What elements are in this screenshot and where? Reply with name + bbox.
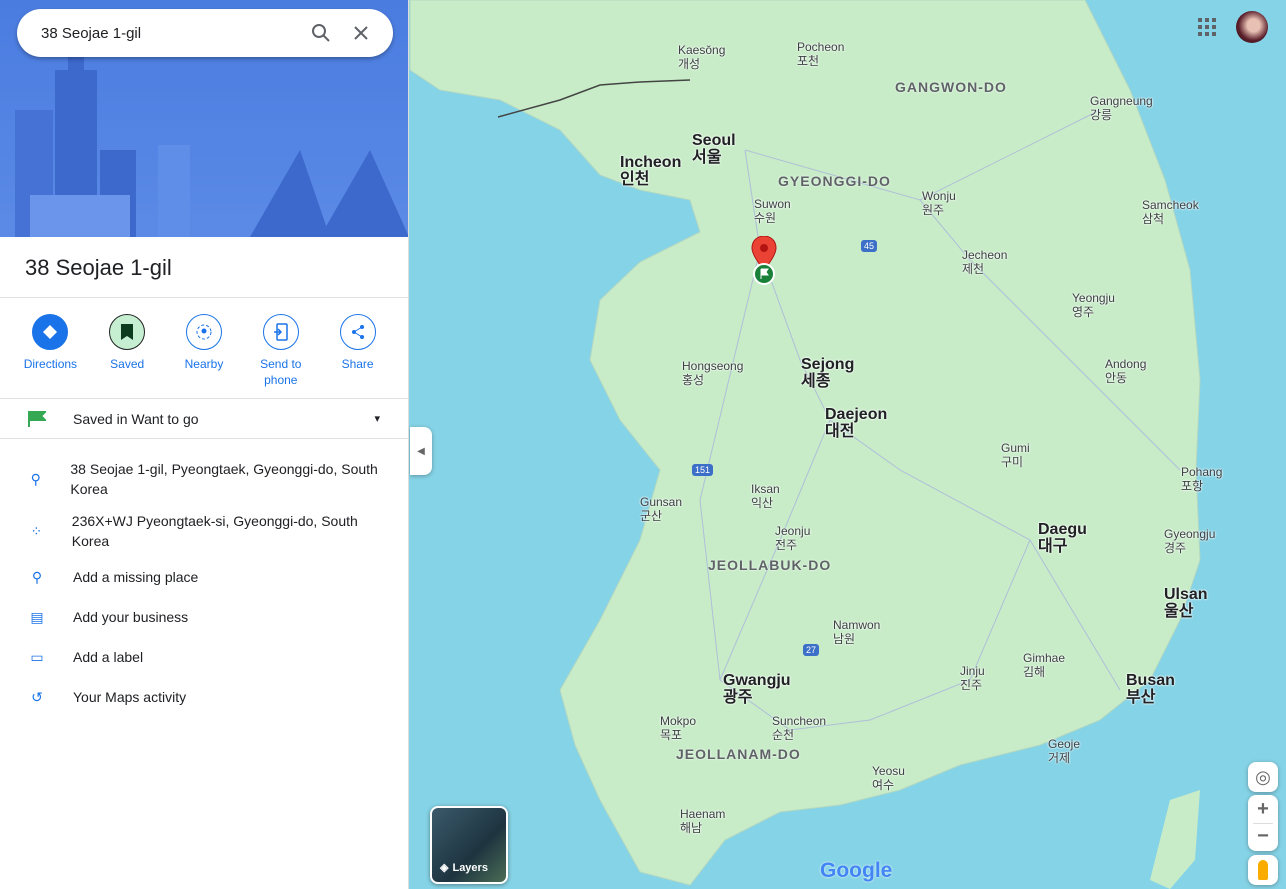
city-label[interactable]: Incheon 인천: [620, 154, 681, 188]
city-label[interactable]: Iksan 익산: [751, 482, 780, 510]
add-business-icon: ▤: [30, 609, 44, 625]
city-label[interactable]: Geoje 거제: [1048, 737, 1080, 765]
city-label[interactable]: Yeongju 영주: [1072, 291, 1115, 319]
city-label[interactable]: Gyeongju 경주: [1164, 527, 1215, 555]
city-label[interactable]: Gumi 구미: [1001, 441, 1030, 469]
location-pin-icon[interactable]: [751, 235, 777, 291]
avatar[interactable]: [1236, 11, 1268, 43]
city-label[interactable]: Andong 안동: [1105, 357, 1146, 385]
close-icon[interactable]: [341, 13, 381, 53]
city-label[interactable]: Namwon 남원: [833, 618, 880, 646]
send-to-phone-button[interactable]: Send to phone: [247, 314, 315, 388]
apps-grid-icon[interactable]: [1198, 18, 1216, 36]
row-label: Add a label: [73, 649, 144, 665]
action-label: Send to phone: [260, 357, 302, 387]
highway-shield: 27: [803, 644, 820, 656]
city-label[interactable]: Ulsan 울산: [1164, 586, 1208, 620]
city-label[interactable]: Jinju 진주: [960, 664, 985, 692]
address-row[interactable]: ⚲ 38 Seojae 1-gil, Pyeongtaek, Gyeonggi-d…: [0, 453, 408, 505]
add-label-row[interactable]: ▭ Add a label: [0, 637, 408, 677]
row-label: Add a missing place: [73, 569, 199, 585]
action-label: Saved: [110, 357, 145, 371]
row-label: Your Maps activity: [73, 689, 187, 705]
city-label[interactable]: Gangneung 강릉: [1090, 94, 1153, 122]
chevron-down-icon[interactable]: ▾: [374, 412, 380, 425]
share-button[interactable]: Share: [324, 314, 392, 388]
city-label[interactable]: Seoul 서울: [692, 132, 736, 166]
city-label[interactable]: Daegu 대구: [1038, 521, 1087, 555]
add-business-row[interactable]: ▤ Add your business: [0, 597, 408, 637]
share-icon: [339, 314, 376, 350]
search-box[interactable]: 38 Seojae 1-gil: [17, 9, 393, 57]
city-label[interactable]: Pohang 포항: [1181, 465, 1222, 493]
layers-label: Layers: [452, 862, 488, 874]
zoom-in-button[interactable]: +: [1257, 796, 1269, 823]
nearby-icon: [185, 314, 222, 350]
saved-list-label: Saved in Want to go: [73, 410, 199, 427]
row-label: Add your business: [73, 609, 189, 625]
city-label[interactable]: Gunsan 군산: [640, 495, 682, 523]
location-pin-icon: ⚲: [30, 471, 41, 487]
highway-shield: 45: [861, 240, 878, 252]
action-label: Share: [341, 357, 374, 371]
city-label[interactable]: Samcheok 삼척: [1142, 198, 1199, 226]
send-to-phone-icon: [262, 314, 299, 350]
maps-activity-row[interactable]: ↺ Your Maps activity: [0, 677, 408, 717]
city-label[interactable]: Yeosu 여수: [872, 764, 905, 792]
bookmark-icon: [109, 314, 146, 350]
city-label[interactable]: Jecheon 제천: [962, 248, 1007, 276]
pegman-icon: [1258, 860, 1268, 880]
google-logo: Google: [820, 859, 893, 882]
city-label[interactable]: Jeonju 전주: [775, 524, 810, 552]
page-title: 38 Seojae 1-gil: [0, 237, 408, 298]
address-text: 38 Seojae 1-gil, Pyeongtaek, Gyeonggi-do…: [70, 461, 378, 497]
collapse-panel-button[interactable]: ◀: [410, 427, 432, 475]
saved-list-row[interactable]: Saved in Want to go ▾: [0, 399, 408, 439]
city-label[interactable]: Daejeon 대전: [825, 406, 887, 440]
city-label[interactable]: Suncheon 순천: [772, 714, 826, 742]
city-label[interactable]: Haenam 해남: [680, 807, 725, 835]
label-icon: ▭: [30, 649, 44, 665]
action-label: Nearby: [184, 357, 224, 371]
zoom-controls: + −: [1248, 795, 1278, 851]
city-label[interactable]: Pocheon 포천: [797, 40, 844, 68]
plus-code-icon: ⁘: [30, 523, 43, 539]
street-view-pegman-button[interactable]: [1248, 855, 1278, 885]
highway-shield: 151: [692, 464, 714, 476]
region-label: GYEONGGI-DO: [778, 173, 891, 189]
city-label[interactable]: Mokpo 목포: [660, 714, 696, 742]
city-label[interactable]: Gwangju 광주: [723, 672, 791, 706]
search-icon[interactable]: [301, 13, 341, 53]
nearby-button[interactable]: Nearby: [170, 314, 238, 388]
city-label[interactable]: Suwon 수원: [754, 197, 791, 225]
city-label[interactable]: Kaesŏng 개성: [678, 43, 725, 71]
region-label: GANGWON-DO: [895, 79, 1007, 95]
directions-icon: [32, 314, 69, 350]
layers-button[interactable]: ◈ Layers: [430, 806, 508, 884]
saved-button[interactable]: Saved: [93, 314, 161, 388]
my-location-button[interactable]: ◎: [1248, 762, 1278, 792]
crosshair-icon: ◎: [1255, 766, 1271, 787]
add-missing-place-row[interactable]: ⚲ Add a missing place: [0, 557, 408, 597]
city-label[interactable]: Hongseong 홍성: [682, 359, 743, 387]
zoom-out-button[interactable]: −: [1257, 824, 1269, 851]
directions-button[interactable]: Directions: [16, 314, 84, 388]
plus-code-row[interactable]: ⁘ 236X+WJ Pyeongtaek-si, Gyeonggi-do, Sou…: [0, 505, 408, 557]
add-place-icon: ⚲: [31, 569, 43, 585]
search-input[interactable]: 38 Seojae 1-gil: [41, 25, 301, 42]
chevron-left-icon: ◀: [417, 445, 425, 457]
green-flag-icon: [28, 410, 46, 427]
plus-code-text: 236X+WJ Pyeongtaek-si, Gyeonggi-do, Sout…: [71, 513, 358, 549]
city-label[interactable]: Wonju 원주: [922, 189, 956, 217]
action-label: Directions: [23, 357, 78, 371]
region-label: JEOLLABUK-DO: [708, 557, 832, 573]
history-icon: ↺: [31, 689, 43, 705]
city-label[interactable]: Gimhae 김해: [1023, 651, 1065, 679]
layers-icon: ◈: [440, 862, 449, 874]
place-panel: 38 Seojae 1-gil 38 Seojae 1-gil Directio…: [0, 0, 409, 889]
city-label[interactable]: Sejong 세종: [801, 356, 854, 390]
city-label[interactable]: Busan 부산: [1126, 672, 1175, 706]
region-label: JEOLLANAM-DO: [676, 746, 801, 762]
